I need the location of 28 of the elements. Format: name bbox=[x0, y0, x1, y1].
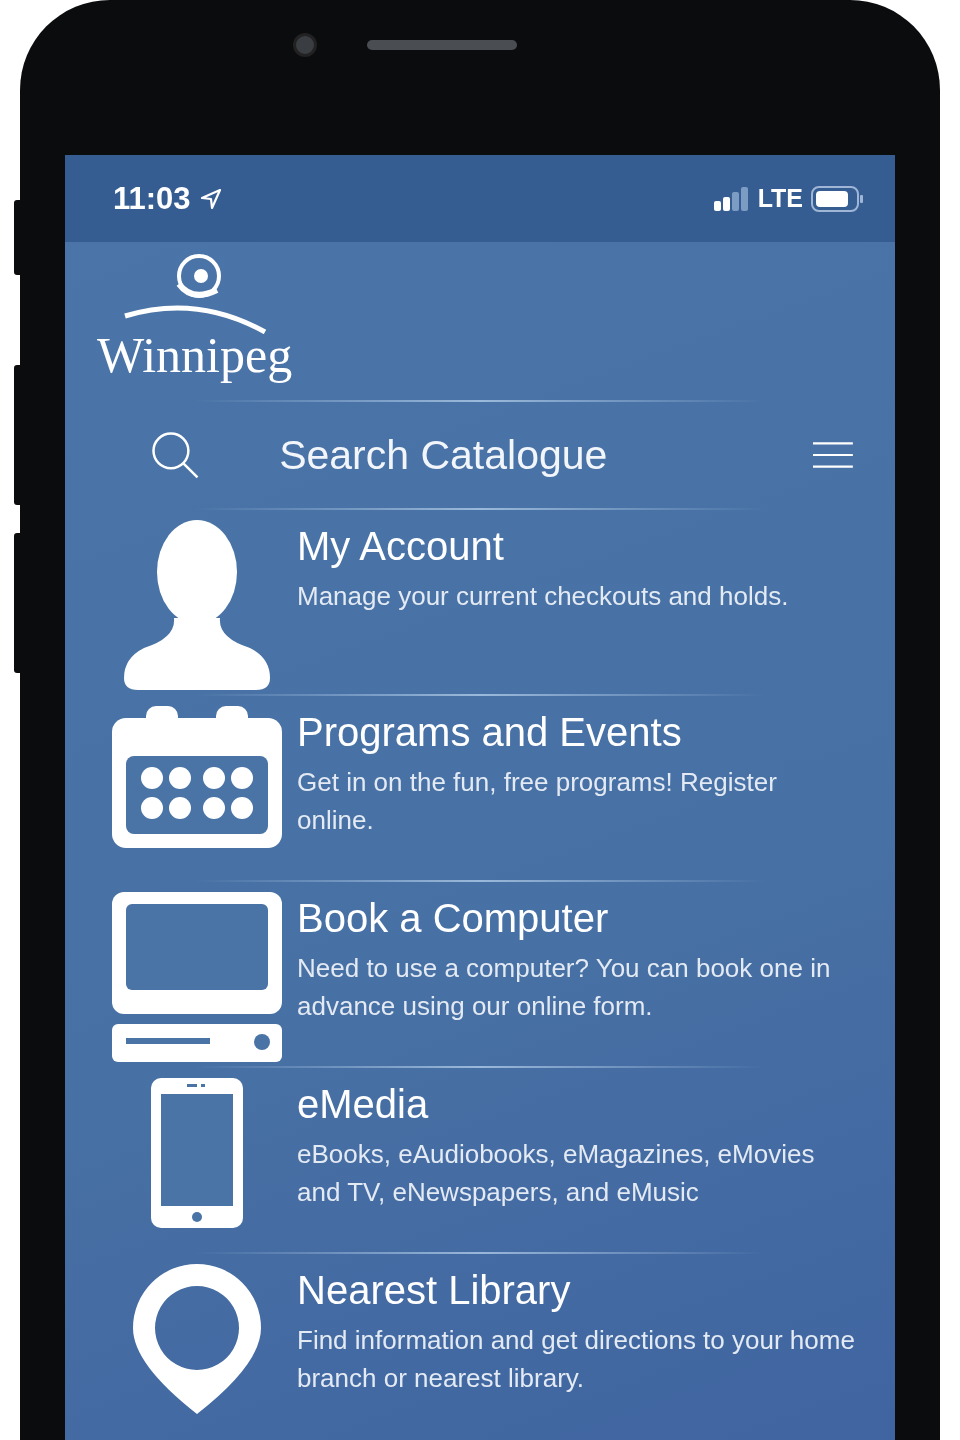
menu-item[interactable]: Nearest Library Find information and get directions to your home branch or nearest library. bbox=[65, 1254, 895, 1438]
menu-item-description: Manage your current checkouts and holds. bbox=[297, 580, 790, 613]
person-icon bbox=[124, 520, 270, 690]
menu-item-description: Need to use a computer? You can book one in advance using our online form. bbox=[297, 952, 832, 1023]
menu-item-title: My Account bbox=[297, 524, 505, 569]
menu-item[interactable]: My Account Manage your current checkouts and holds. bbox=[65, 510, 895, 694]
signal-icon bbox=[713, 186, 750, 211]
menu-item-title: eMedia bbox=[297, 1082, 430, 1127]
computer-icon bbox=[112, 892, 282, 1062]
menu-item[interactable]: Programs and Events Get in on the fun, free programs! Register online. bbox=[65, 696, 895, 880]
menu-item[interactable]: eMedia eBooks, eAudiobooks, eMagazines, eMovies and TV, eNewspapers, and eMusic bbox=[65, 1068, 895, 1252]
menu-item-description: eBooks, eAudiobooks, eMagazines, eMovies and TV, eNewspapers, and eMusic bbox=[297, 1138, 816, 1209]
search-field[interactable]: Search Catalogue bbox=[277, 430, 814, 480]
network-type: LTE bbox=[757, 184, 803, 213]
smartphone-icon bbox=[151, 1078, 243, 1228]
menu-item-title: Book a Computer bbox=[297, 896, 610, 941]
menu-item-description: Get in on the fun, free programs! Register online. bbox=[297, 766, 778, 837]
calendar-icon bbox=[112, 706, 282, 848]
menu-icon[interactable] bbox=[813, 439, 853, 471]
location-arrow-icon bbox=[198, 186, 223, 211]
battery-icon bbox=[811, 185, 863, 212]
menu-item-title: Nearest Library bbox=[297, 1268, 572, 1313]
status-time: 11:03 bbox=[113, 180, 191, 217]
front-camera bbox=[293, 33, 317, 57]
menu-item-description: Find information and get directions to your home branch or nearest library. bbox=[297, 1324, 855, 1395]
menu-item-title: Programs and Events bbox=[297, 710, 683, 755]
location-pin-icon bbox=[133, 1264, 261, 1414]
menu-item[interactable]: Book a Computer Need to use a computer? You can book one in advance using our online form. bbox=[65, 882, 895, 1066]
